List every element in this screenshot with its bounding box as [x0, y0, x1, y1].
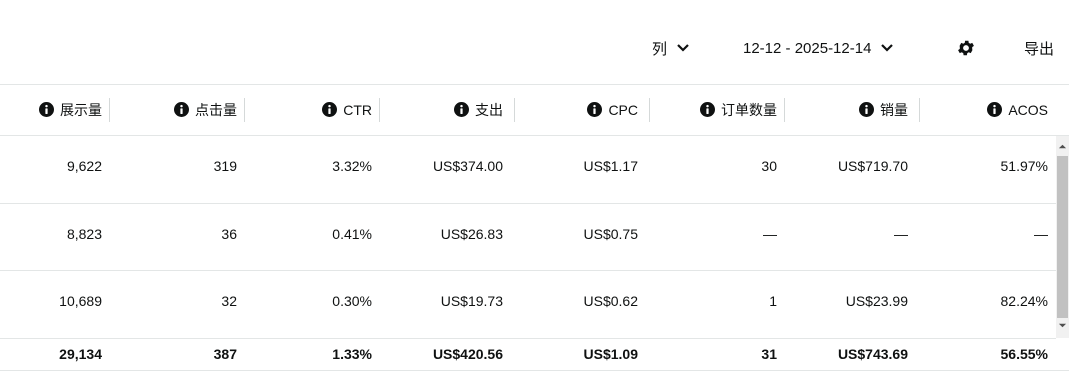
info-icon[interactable] — [39, 102, 54, 117]
date-range-picker[interactable]: 12-12 - 2025-12-14 — [743, 36, 894, 60]
column-header-spend[interactable]: 支出 — [454, 84, 503, 135]
export-button[interactable]: 导出 — [1024, 36, 1054, 60]
gear-icon[interactable] — [956, 38, 976, 58]
column-header-label: 点击量 — [195, 101, 237, 118]
column-resize-divider[interactable] — [649, 98, 650, 122]
columns-label: 列 — [652, 40, 668, 58]
column-header-label: ACOS — [1008, 101, 1048, 118]
cell-sales: US$23.99 — [845, 293, 908, 309]
cell-ctr: 3.32% — [332, 158, 372, 174]
date-range-label: 12-12 - 2025-12-14 — [743, 39, 872, 57]
column-header-label: 展示量 — [60, 101, 102, 118]
chevron-down-icon — [677, 44, 689, 52]
cell-cpc: US$1.17 — [583, 158, 638, 174]
columns-dropdown[interactable]: 列 — [652, 36, 689, 60]
column-header-label: 销量 — [880, 101, 908, 118]
column-header-label: 支出 — [475, 101, 503, 118]
column-header-ctr[interactable]: CTR — [322, 84, 372, 135]
row-divider — [0, 338, 1056, 339]
cell-orders: — — [763, 226, 777, 242]
info-icon[interactable] — [454, 102, 469, 117]
column-header-impressions[interactable]: 展示量 — [39, 84, 102, 135]
cell-ctr: 0.41% — [332, 226, 372, 242]
column-resize-divider[interactable] — [109, 98, 110, 122]
cell-ctr: 0.30% — [332, 293, 372, 309]
cell-sales: — — [894, 226, 908, 242]
table-toolbar: 列 12-12 - 2025-12-14 导出 — [0, 0, 1069, 84]
column-header-label: CTR — [343, 101, 372, 118]
scroll-up-arrow-icon[interactable] — [1058, 142, 1067, 151]
info-icon[interactable] — [322, 102, 338, 117]
table-bottom-border — [0, 370, 1069, 371]
table-header: 展示量 点击量 CTR 支出 CPC 订单数量 销量 ACOS — [0, 84, 1069, 135]
column-resize-divider[interactable] — [244, 98, 245, 122]
total-impressions: 29,134 — [59, 346, 102, 362]
total-spend: US$420.56 — [432, 346, 503, 362]
chevron-down-icon — [881, 44, 894, 52]
cell-impressions: 10,689 — [59, 293, 102, 309]
row-divider — [0, 203, 1056, 204]
column-header-sales[interactable]: 销量 — [859, 84, 908, 135]
total-sales: US$743.69 — [837, 346, 908, 362]
cell-acos: — — [1034, 226, 1048, 242]
info-icon[interactable] — [700, 102, 715, 117]
export-label: 导出 — [1024, 40, 1055, 58]
cell-clicks: 319 — [213, 158, 237, 174]
column-resize-divider[interactable] — [919, 98, 920, 122]
cell-clicks: 32 — [221, 293, 237, 309]
cell-cpc: US$0.62 — [583, 293, 638, 309]
column-header-clicks[interactable]: 点击量 — [174, 84, 237, 135]
cell-impressions: 8,823 — [66, 226, 102, 242]
cell-spend: US$19.73 — [440, 293, 503, 309]
column-header-acos[interactable]: ACOS — [987, 84, 1048, 135]
total-cpc: US$1.09 — [583, 346, 638, 362]
cell-orders: 1 — [769, 293, 777, 309]
cell-sales: US$719.70 — [837, 158, 908, 174]
column-header-orders[interactable]: 订单数量 — [700, 84, 777, 135]
scroll-down-arrow-icon[interactable] — [1058, 321, 1067, 330]
column-resize-divider[interactable] — [784, 98, 785, 122]
total-ctr: 1.33% — [332, 346, 372, 362]
total-orders: 31 — [761, 346, 777, 362]
column-header-label: CPC — [608, 101, 638, 118]
total-clicks: 387 — [213, 346, 237, 362]
column-resize-divider[interactable] — [379, 98, 380, 122]
cell-clicks: 36 — [221, 226, 237, 242]
scrollbar-thumb[interactable] — [1057, 156, 1068, 318]
info-icon[interactable] — [859, 102, 874, 117]
info-icon[interactable] — [174, 102, 189, 117]
header-bottom-border — [0, 135, 1069, 136]
info-icon[interactable] — [587, 102, 603, 117]
cell-acos: 82.24% — [1000, 293, 1048, 309]
cell-impressions: 9,622 — [66, 158, 102, 174]
cell-acos: 51.97% — [1000, 158, 1048, 174]
cell-orders: 30 — [761, 158, 777, 174]
total-acos: 56.55% — [1000, 346, 1048, 362]
cell-cpc: US$0.75 — [583, 226, 638, 242]
column-header-label: 订单数量 — [721, 101, 777, 118]
cell-spend: US$374.00 — [432, 158, 503, 174]
info-icon[interactable] — [987, 102, 1003, 117]
column-header-cpc[interactable]: CPC — [587, 84, 638, 135]
column-resize-divider[interactable] — [514, 98, 515, 122]
row-divider — [0, 270, 1056, 271]
cell-spend: US$26.83 — [440, 226, 503, 242]
